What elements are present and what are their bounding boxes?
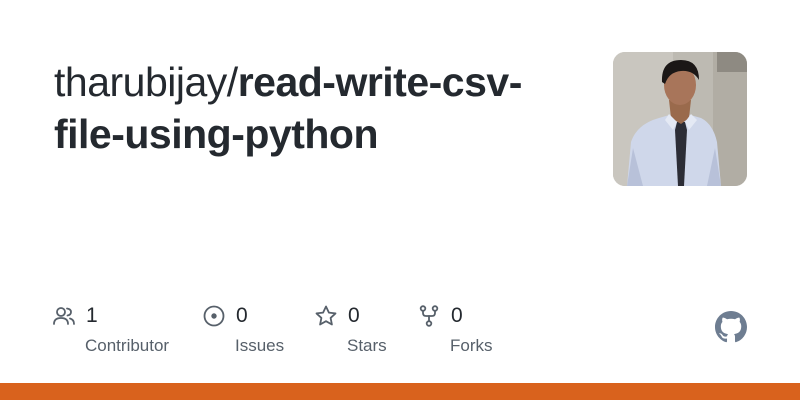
stat-issues[interactable]: 0 Issues <box>202 302 284 362</box>
avatar-photo <box>613 52 747 186</box>
issue-circle-icon <box>202 304 226 328</box>
owner-avatar[interactable] <box>613 52 747 186</box>
stars-count: 0 <box>348 304 360 327</box>
stat-forks[interactable]: 0 Forks <box>417 302 493 362</box>
repo-separator: / <box>226 59 238 105</box>
forks-label: Forks <box>450 336 493 355</box>
repo-social-card: tharubijay/read-write-csv-file-using-pyt… <box>0 0 800 400</box>
stat-contributors[interactable]: 1 Contributor <box>52 302 169 362</box>
contributors-label: Contributor <box>85 336 170 355</box>
forks-count: 0 <box>451 304 463 327</box>
repo-title[interactable]: tharubijay/read-write-csv-file-using-pyt… <box>54 56 524 160</box>
people-icon <box>52 304 76 328</box>
issues-count: 0 <box>236 304 248 327</box>
fork-icon <box>417 304 441 328</box>
issues-label: Issues <box>235 336 285 355</box>
star-icon <box>314 304 338 328</box>
github-logo-icon[interactable] <box>715 311 747 343</box>
stat-stars[interactable]: 0 Stars <box>314 302 387 362</box>
stars-label: Stars <box>347 336 387 355</box>
language-color-bar <box>0 383 800 400</box>
contributors-count: 1 <box>86 304 98 327</box>
repo-owner[interactable]: tharubijay <box>54 59 227 105</box>
